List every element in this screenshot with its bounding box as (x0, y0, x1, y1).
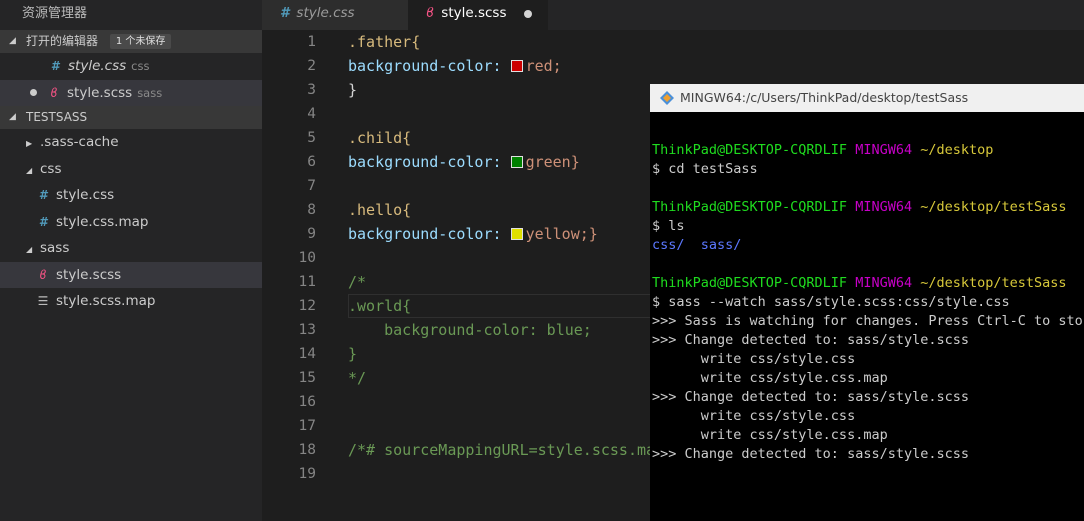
prompt-line: ThinkPad@DESKTOP-CQRDLIF MINGW64 ~/deskt… (652, 199, 1067, 215)
folder-sass[interactable]: ◢ sass (0, 235, 262, 262)
git-bash-icon (660, 91, 674, 105)
output-line: write css/style.css (652, 351, 856, 367)
sass-icon: ϐ (39, 267, 47, 282)
command-line: $ ls (652, 218, 685, 234)
explorer-title: 资源管理器 (22, 6, 88, 21)
line-number: 4 (307, 106, 316, 122)
editor-tab-bar: # style.css ϐ style.scss (262, 0, 1084, 30)
file-label: style.scss (67, 84, 133, 101)
css-hash-icon: # (38, 214, 48, 229)
file-hint: sass (137, 85, 163, 100)
line-number: 19 (298, 466, 316, 482)
terminal-title: MINGW64:/c/Users/ThinkPad/desktop/testSa… (680, 90, 969, 105)
prompt-line: ThinkPad@DESKTOP-CQRDLIF MINGW64 ~/deskt… (652, 142, 994, 158)
code-line: background-color: red; (348, 57, 562, 75)
color-swatch-green[interactable] (510, 156, 523, 168)
color-swatch-yellow[interactable] (510, 228, 523, 240)
lines-file-icon: ☰ (37, 294, 49, 308)
css-hash-icon: # (280, 5, 290, 21)
line-number: 17 (298, 418, 316, 434)
output-line: write css/style.css.map (652, 370, 888, 386)
unsaved-badge: 1 个未保存 (109, 34, 172, 49)
line-number: 12 (298, 298, 316, 314)
project-label: TESTSASS (26, 110, 88, 124)
line-number: 8 (307, 202, 316, 218)
explorer-sidebar: 资源管理器 ◢ 打开的编辑器 1 个未保存 # style.css css ϐ sty… (0, 0, 262, 521)
command-line: $ sass --watch sass/style.scss:css/style… (652, 294, 1010, 310)
line-number: 15 (298, 370, 316, 386)
code-line: .father{ (348, 33, 421, 51)
sass-icon: ϐ (50, 85, 58, 100)
folder-label: css (40, 160, 62, 177)
sass-icon: ϐ (426, 5, 435, 21)
tab-label: style.css (296, 5, 355, 21)
line-number: 10 (298, 250, 316, 266)
file-style-scss[interactable]: ϐ style.scss (0, 261, 262, 288)
output-line: >>> Change detected to: sass/style.scss (652, 446, 969, 462)
output-line: write css/style.css.map (652, 427, 888, 443)
prompt-line: ThinkPad@DESKTOP-CQRDLIF MINGW64 ~/deskt… (652, 275, 1067, 291)
line-number: 9 (307, 226, 316, 242)
open-editor-item-style-scss[interactable]: ϐ style.scss sass (0, 79, 262, 106)
folder-label: .sass-cache (40, 134, 119, 150)
chevron-down-icon: ◢ (26, 245, 33, 254)
line-number: 7 (307, 178, 316, 194)
file-style-css[interactable]: # style.css (0, 182, 262, 209)
tab-label: style.scss (441, 5, 507, 21)
terminal-title-bar[interactable]: MINGW64:/c/Users/ThinkPad/desktop/testSa… (650, 84, 1084, 112)
unsaved-dot-icon[interactable] (524, 10, 532, 18)
chevron-right-icon: ▶ (26, 139, 33, 148)
terminal-output[interactable]: ThinkPad@DESKTOP-CQRDLIF MINGW64 ~/deskt… (650, 112, 1084, 464)
css-hash-icon: # (50, 59, 60, 73)
line-number: 14 (298, 346, 316, 362)
line-number: 13 (298, 322, 316, 338)
chevron-down-icon: ◢ (9, 112, 16, 122)
output-line: >>> Sass is watching for changes. Press … (652, 313, 1084, 329)
chevron-down-icon: ◢ (26, 165, 33, 175)
line-number: 11 (298, 274, 316, 290)
line-number: 3 (307, 82, 316, 98)
line-number: 16 (298, 394, 316, 410)
line-number: 2 (307, 58, 316, 74)
folder-css[interactable]: ◢ css (0, 156, 262, 183)
open-editors-section[interactable]: ◢ 打开的编辑器 1 个未保存 (0, 30, 262, 53)
folder-label: sass (40, 240, 70, 256)
color-swatch-red[interactable] (510, 60, 523, 72)
line-number: 1 (307, 34, 316, 50)
output-line: >>> Change detected to: sass/style.scss (652, 332, 969, 348)
command-line: $ cd testSass (652, 161, 758, 177)
file-label: style.scss (56, 266, 122, 283)
ls-output: css/ sass/ (652, 237, 742, 253)
unsaved-dot-icon (30, 88, 37, 96)
output-line: >>> Change detected to: sass/style.scss (652, 389, 969, 405)
file-label: style.css (56, 187, 115, 203)
open-editor-item-style-css[interactable]: # style.css css (0, 53, 262, 80)
folder-sass-cache[interactable]: ▶ .sass-cache (0, 129, 262, 156)
file-label: style.css (68, 58, 127, 74)
line-number: 6 (307, 154, 316, 170)
line-number: 18 (298, 442, 316, 458)
line-number: 5 (307, 130, 316, 146)
file-hint: css (131, 59, 150, 73)
open-editors-label: 打开的编辑器 (26, 34, 99, 48)
file-style-scss-map[interactable]: ☰ style.scss.map (0, 288, 262, 315)
file-label: style.scss.map (56, 293, 156, 309)
file-label: style.css.map (56, 213, 149, 230)
chevron-down-icon: ◢ (9, 36, 16, 46)
project-section[interactable]: ◢ TESTSASS (0, 106, 262, 129)
tab-style-scss[interactable]: ϐ style.scss (408, 0, 548, 30)
terminal-window[interactable]: MINGW64:/c/Users/ThinkPad/desktop/testSa… (650, 84, 1084, 521)
line-number-gutter: 1 2 3 4 5 6 7 8 9 10 11 12 13 14 15 16 17 18 19 (262, 30, 316, 486)
file-style-css-map[interactable]: # style.css.map (0, 209, 262, 236)
tab-style-css[interactable]: # style.css (262, 0, 408, 30)
output-line: write css/style.css (652, 408, 856, 424)
css-hash-icon: # (38, 188, 48, 202)
